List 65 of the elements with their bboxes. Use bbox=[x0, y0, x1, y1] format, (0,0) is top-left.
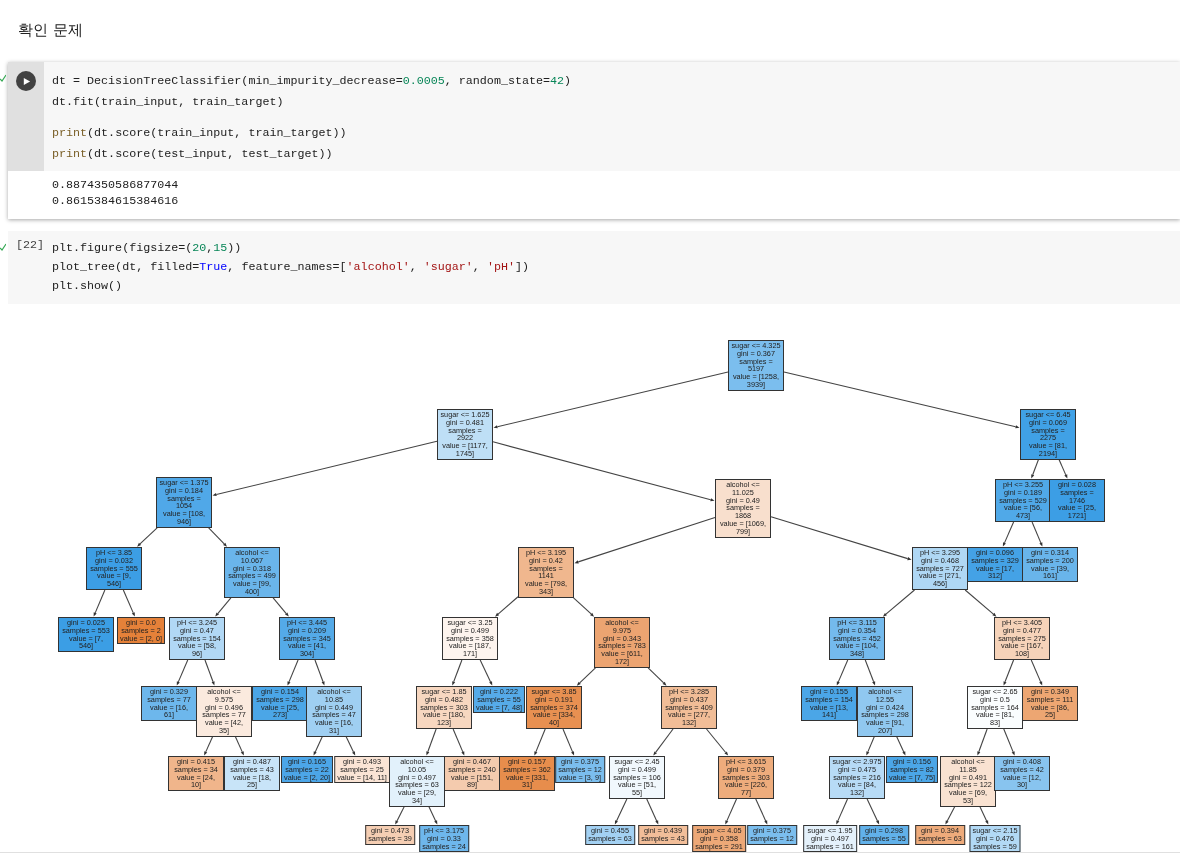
tree-edge-arrow bbox=[208, 527, 227, 547]
tree-edge-arrow bbox=[122, 589, 135, 617]
tree-edge-arrow bbox=[137, 527, 158, 547]
tree-edge-arrow bbox=[204, 736, 214, 756]
output-line: 0.8615384615384616 bbox=[52, 193, 180, 209]
tree-edge-arrow bbox=[314, 659, 325, 686]
tree-edge-arrow bbox=[576, 667, 597, 686]
tree-edge-arrow bbox=[395, 806, 405, 825]
tree-edge-arrow bbox=[1003, 728, 1015, 756]
play-icon bbox=[21, 76, 31, 86]
code-cell[interactable]: dt = DecisionTreeClassifier(min_impurity_decrease=0.0005, random_state=42) dt.fit(train_input, train_target) print(dt.score(train_input, train_target)) print(dt.score(test_input, test_target)) bbox=[8, 62, 1180, 171]
execution-count: [22] bbox=[15, 237, 45, 253]
tree-edge-arrow bbox=[234, 736, 244, 756]
tree-edge-arrow bbox=[534, 728, 546, 756]
tree-edge-arrow bbox=[562, 728, 575, 756]
tree-edge-arrow bbox=[647, 667, 667, 686]
tree-edge-arrow bbox=[428, 806, 438, 825]
tree-edge-arrow bbox=[1031, 459, 1039, 479]
tree-edge-arrow bbox=[1002, 521, 1015, 547]
code-line: plot_tree(dt, filled=True, feature_names=['alcohol', 'sugar', 'pH']) bbox=[52, 259, 529, 276]
tree-edge-arrow bbox=[204, 659, 215, 686]
code-line: plt.show() bbox=[52, 278, 124, 295]
tree-edge-arrow bbox=[725, 798, 738, 825]
tree-edge-arrow bbox=[866, 736, 875, 756]
tree-edge-arrow bbox=[964, 589, 997, 617]
tree-edge-arrow bbox=[479, 659, 493, 686]
tree-edge-arrow bbox=[452, 728, 465, 756]
tree-edge-arrow bbox=[345, 736, 356, 756]
tree-edge-arrow bbox=[1058, 459, 1068, 479]
code-line: print(dt.score(train_input, train_target)) bbox=[52, 125, 348, 142]
tree-edge-arrow bbox=[653, 728, 674, 756]
tree-edge-arrow bbox=[176, 659, 189, 686]
code-line: dt.fit(train_input, train_target) bbox=[52, 93, 285, 111]
tree-edge-arrow bbox=[1003, 659, 1015, 686]
output-line: 0.8874350586877044 bbox=[52, 177, 180, 193]
tree-edge-arrow bbox=[614, 798, 628, 825]
tree-edge-arrow bbox=[646, 798, 659, 825]
tree-edge-arrow bbox=[495, 596, 519, 617]
tree-edge-arrow bbox=[93, 589, 106, 617]
tree-edge-arrow bbox=[836, 798, 849, 825]
tree-edge-arrow bbox=[426, 728, 437, 756]
tree-edge-arrow bbox=[755, 798, 768, 825]
code-cell[interactable]: [22] plt.figure(figsize=(20,15)) plot_tree(dt, filled=True, feature_names=['alcohol', 'sugar', 'pH']) plt.show() bbox=[8, 231, 1180, 304]
tree-edge-arrow bbox=[896, 736, 906, 756]
tree-edge-arrow bbox=[979, 806, 989, 825]
section-heading: 확인 문제 bbox=[17, 20, 84, 41]
tree-edge-arrow bbox=[866, 798, 880, 825]
tree-edge-arrow bbox=[573, 597, 595, 617]
tree-edge-arrow bbox=[272, 597, 289, 617]
tree-edge-arrow bbox=[215, 597, 232, 617]
tree-edge-arrow bbox=[705, 728, 729, 756]
tree-edge-arrow bbox=[864, 659, 876, 686]
code-line: print(dt.score(test_input, test_target)) bbox=[52, 145, 334, 163]
tree-edge-arrow bbox=[1031, 521, 1043, 547]
tree-edge-arrow bbox=[313, 736, 323, 756]
tree-edge-arrow bbox=[287, 659, 299, 686]
tree-edge-arrow bbox=[882, 589, 916, 617]
tree-edge-arrow bbox=[945, 806, 956, 825]
code-line: dt = DecisionTreeClassifier(min_impurity_decrease=0.0005, random_state=42) bbox=[52, 73, 572, 90]
run-button[interactable] bbox=[16, 71, 36, 91]
tree-edge-arrow bbox=[1030, 659, 1043, 686]
code-line: plt.figure(figsize=(20,15)) bbox=[52, 240, 243, 257]
tree-edge-arrow bbox=[452, 659, 463, 686]
tree-edge-arrow bbox=[977, 728, 988, 756]
tree-edge-arrow bbox=[836, 659, 849, 686]
